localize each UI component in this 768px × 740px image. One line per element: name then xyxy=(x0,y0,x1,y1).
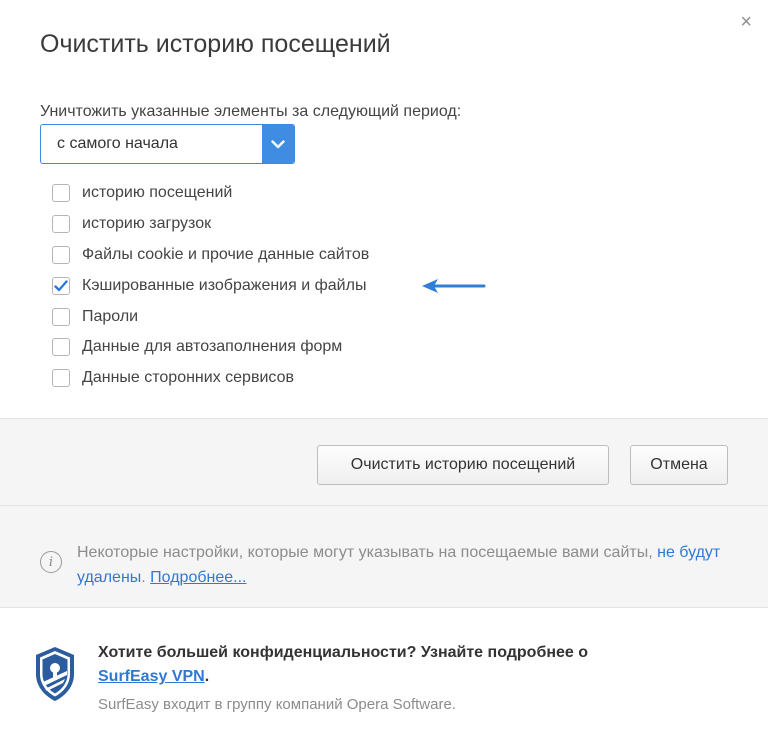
checkbox-label: Пароли xyxy=(82,307,139,325)
chevron-down-icon[interactable] xyxy=(262,125,294,163)
checkbox-label: Данные для автозаполнения форм xyxy=(82,338,343,356)
clear-history-dialog: × Очистить историю посещений Уничтожить … xyxy=(0,0,768,740)
promo-heading: Хотите большей конфиденциальности? Узнай… xyxy=(98,644,589,661)
checkbox-label: Данные сторонних сервисов xyxy=(82,369,294,387)
period-select[interactable]: с самого начала xyxy=(40,124,295,164)
surfeasy-vpn-link[interactable]: SurfEasy VPN xyxy=(98,668,205,685)
more-info-link[interactable]: Подробнее... xyxy=(150,569,246,586)
checkbox-label: Файлы cookie и прочие данные сайтов xyxy=(82,245,370,263)
period-label: Уничтожить указанные элементы за следующ… xyxy=(40,103,462,120)
vpn-promo: Хотите большей конфиденциальности? Узнай… xyxy=(0,608,768,740)
promo-link-suffix: . xyxy=(204,668,210,685)
checkbox-label: историю посещений xyxy=(82,184,233,202)
checkbox-row-history[interactable]: историю посещений xyxy=(52,178,369,209)
info-notice: i Некоторые настройки, которые могут ука… xyxy=(0,506,768,608)
info-text: Некоторые настройки, которые могут указы… xyxy=(77,540,737,590)
shield-lock-icon xyxy=(36,647,74,701)
checkbox[interactable] xyxy=(52,245,70,264)
checkbox-row-passwords[interactable]: Пароли xyxy=(52,301,369,332)
checkbox-row-cookies[interactable]: Файлы cookie и прочие данные сайтов xyxy=(52,240,369,271)
info-text-mid: . xyxy=(141,569,151,586)
cancel-button[interactable]: Отмена xyxy=(630,445,728,485)
button-bar: Очистить историю посещений Отмена xyxy=(0,418,768,506)
checkbox-row-cache[interactable]: Кэшированные изображения и файлы xyxy=(52,270,369,301)
arrow-left-icon xyxy=(422,279,486,293)
promo-link-line: SurfEasy VPN. xyxy=(98,666,209,688)
checkbox[interactable] xyxy=(52,307,70,326)
close-icon[interactable]: × xyxy=(740,12,752,32)
checkbox[interactable] xyxy=(52,338,70,357)
checkbox-label: историю загрузок xyxy=(82,215,212,233)
checkbox-row-downloads[interactable]: историю загрузок xyxy=(52,209,369,240)
dialog-title: Очистить историю посещений xyxy=(40,30,391,58)
checkbox-label: Кэшированные изображения и файлы xyxy=(82,276,367,294)
checkbox-row-third-party[interactable]: Данные сторонних сервисов xyxy=(52,363,369,394)
period-select-value: с самого начала xyxy=(57,135,178,152)
clear-history-button[interactable]: Очистить историю посещений xyxy=(317,445,609,485)
checkbox[interactable] xyxy=(52,369,70,388)
checkmark-icon xyxy=(54,280,68,291)
checkbox-row-autofill[interactable]: Данные для автозаполнения форм xyxy=(52,332,369,363)
checkbox[interactable] xyxy=(52,215,70,234)
checkbox[interactable] xyxy=(52,184,70,203)
info-icon: i xyxy=(40,551,62,573)
info-text-before: Некоторые настройки, которые могут указы… xyxy=(77,544,658,561)
checkbox-checked[interactable] xyxy=(52,276,70,295)
promo-note: SurfEasy входит в группу компаний Opera … xyxy=(98,696,456,713)
items-checklist: историю посещений историю загрузок Файлы… xyxy=(52,178,369,394)
